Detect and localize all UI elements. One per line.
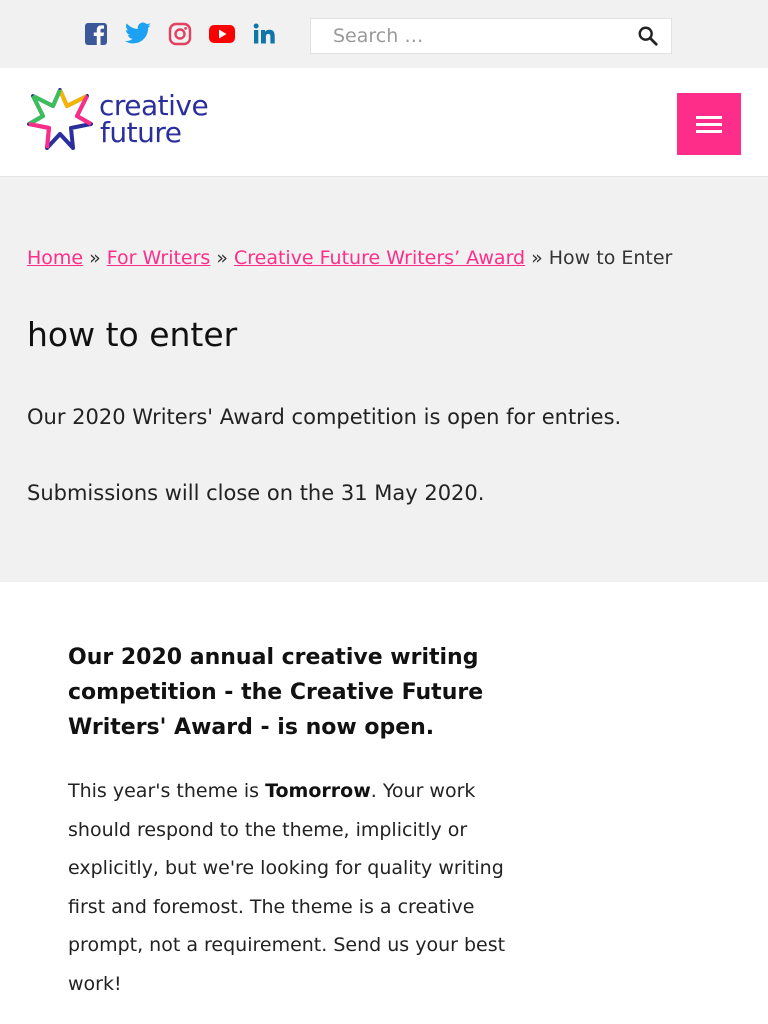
linkedin-icon[interactable] xyxy=(250,20,278,48)
search-box xyxy=(310,18,672,54)
breadcrumb-separator: » xyxy=(531,247,543,269)
instagram-icon[interactable] xyxy=(166,20,194,48)
intro-paragraph-open: Our 2020 Writers' Award competition is o… xyxy=(27,405,622,429)
breadcrumb-award-link[interactable]: Creative Future Writers’ Award xyxy=(234,247,525,269)
hamburger-menu-icon xyxy=(696,114,722,135)
star-logo-icon xyxy=(27,88,93,150)
facebook-icon[interactable] xyxy=(82,20,110,48)
breadcrumb-separator: » xyxy=(216,247,228,269)
breadcrumb-current: How to Enter xyxy=(548,247,673,269)
breadcrumb-separator: » xyxy=(89,247,101,269)
search-button[interactable] xyxy=(625,19,671,53)
page-title: how to enter xyxy=(27,315,238,354)
menu-toggle-button[interactable] xyxy=(677,93,741,155)
page-hero: Home» For Writers» Creative Future Writers… xyxy=(0,177,768,582)
body-text-start: This year's theme is xyxy=(68,780,266,802)
logo-line-1: creative xyxy=(99,89,209,122)
breadcrumb-home-link[interactable]: Home xyxy=(27,247,83,269)
site-logo[interactable]: creative future xyxy=(27,88,209,150)
search-icon xyxy=(638,26,658,46)
top-bar xyxy=(0,0,768,68)
youtube-icon[interactable] xyxy=(208,20,236,48)
search-input[interactable] xyxy=(311,19,625,53)
logo-line-2: future xyxy=(100,116,182,149)
breadcrumb: Home» For Writers» Creative Future Writers… xyxy=(27,247,672,269)
site-header: creative future xyxy=(0,68,768,177)
twitter-icon[interactable] xyxy=(124,20,152,48)
content-heading: Our 2020 annual creative writing competi… xyxy=(68,645,484,740)
body-text-end: . Your work should respond to the theme,… xyxy=(68,780,506,995)
theme-name: Tomorrow xyxy=(265,780,371,802)
intro-paragraph-deadline: Submissions will close on the 31 May 202… xyxy=(27,481,485,505)
breadcrumb-for-writers-link[interactable]: For Writers xyxy=(107,247,211,269)
main-content: Our 2020 annual creative writing competi… xyxy=(0,582,768,1022)
content-body: This year's theme is Tomorrow. Your work… xyxy=(68,772,538,1003)
social-links xyxy=(82,20,292,48)
logo-wordmark: creative future xyxy=(99,89,209,149)
